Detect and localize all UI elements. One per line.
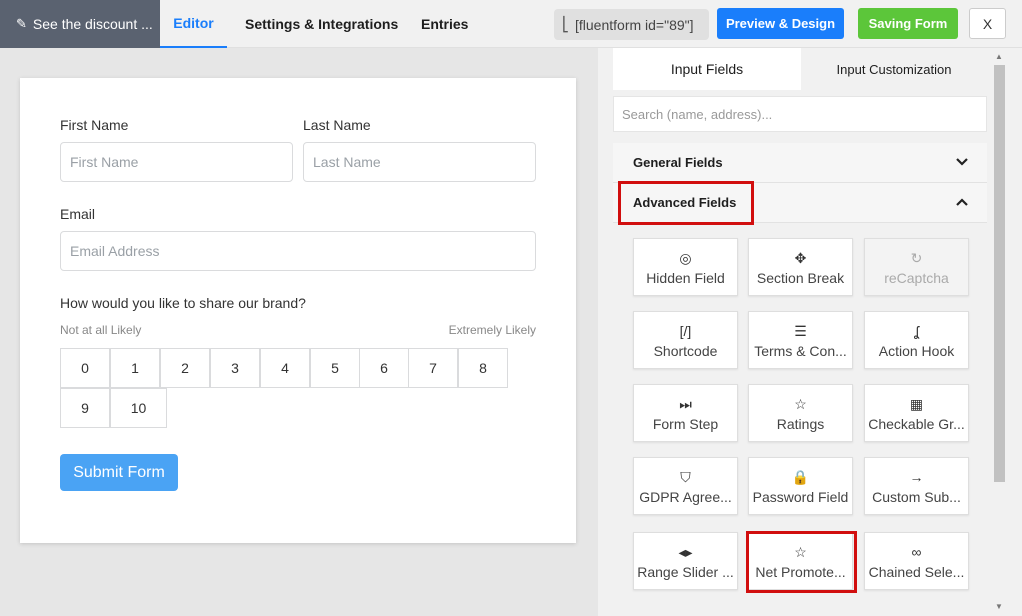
submit-form-button[interactable]: Submit Form [60, 454, 178, 491]
nps-high-label: Extremely Likely [448, 323, 536, 337]
scroll-up-arrow-icon[interactable]: ▲ [995, 52, 1003, 61]
puzzle-icon: ✥ [794, 249, 807, 266]
arrow-right-icon: → [909, 468, 924, 485]
field-tile-label: Range Slider ... [637, 563, 734, 580]
close-button[interactable]: X [969, 8, 1006, 39]
shield-icon: ⛉ [680, 468, 691, 485]
recaptcha-icon: ↻ [910, 249, 923, 266]
chevron-down-icon [956, 158, 968, 166]
document-icon: ☰ [794, 322, 807, 339]
hook-icon: ʆ [914, 322, 919, 339]
step-forward-icon: ⏭ [679, 395, 692, 412]
preview-design-button[interactable]: Preview & Design [717, 8, 844, 39]
field-tile-label: Ratings [776, 415, 825, 432]
nps-option[interactable]: 7 [408, 348, 458, 388]
shortcode-box[interactable]: ⎣ [fluentform id="89"] [554, 9, 709, 40]
checkable-grid-icon: ▦ [909, 395, 924, 412]
range-arrows-icon: ◂▸ [678, 543, 693, 560]
input-fields-panel: Input Fields Input Customization Search … [598, 48, 1022, 616]
field-tile-label: Hidden Field [646, 269, 725, 286]
field-tile-label: Terms & Con... [754, 342, 847, 359]
field-tile-label: Checkable Gr... [868, 415, 965, 432]
field-tile-label: Custom Sub... [872, 488, 961, 505]
nps-question-label: How would you like to share our brand? [60, 295, 306, 311]
field-tile-label: Shortcode [653, 342, 718, 359]
field-tile-label: Chained Sele... [868, 563, 965, 580]
field-tile-label: Section Break [756, 269, 845, 286]
nps-option[interactable]: 3 [210, 348, 260, 388]
tab-entries[interactable]: Entries [421, 0, 468, 48]
field-tile-password-field[interactable]: 🔒 Password Field [748, 457, 853, 515]
field-tile-recaptcha[interactable]: ↻ reCaptcha [864, 238, 969, 296]
scroll-thumb[interactable] [994, 65, 1005, 482]
scroll-down-arrow-icon[interactable]: ▼ [995, 602, 1003, 611]
field-tile-label: Form Step [652, 415, 719, 432]
field-tile-form-step[interactable]: ⏭ Form Step [633, 384, 738, 442]
field-tile-section-break[interactable]: ✥ Section Break [748, 238, 853, 296]
chevron-up-icon [956, 198, 968, 206]
top-bar: ✎ See the discount ... Editor Settings &… [0, 0, 1022, 48]
form-title[interactable]: ✎ See the discount ... [0, 0, 160, 48]
nps-option[interactable]: 2 [160, 348, 210, 388]
field-tile-chained-sele[interactable]: ∞ Chained Sele... [864, 532, 969, 590]
panel-scrollbar[interactable]: ▲ ▼ [991, 48, 1008, 616]
tab-input-customization[interactable]: Input Customization [801, 48, 987, 90]
pencil-icon: ✎ [16, 16, 27, 31]
general-fields-section[interactable]: General Fields [613, 143, 987, 183]
nps-option[interactable]: 5 [310, 348, 360, 388]
field-tile-label: reCaptcha [884, 269, 949, 286]
field-tile-label: Password Field [752, 488, 849, 505]
nps-option[interactable]: 1 [110, 348, 160, 388]
highlight-box-net-promoter [746, 531, 857, 593]
copy-icon: ⎣ [562, 16, 569, 32]
eye-slash-icon: ◎ [679, 249, 692, 266]
nps-option[interactable]: 6 [359, 348, 409, 388]
shortcode-text: [fluentform id="89"] [575, 16, 694, 33]
shortcode-icon: [/] [679, 322, 692, 339]
email-input[interactable]: Email Address [60, 231, 536, 271]
field-tile-custom-sub[interactable]: → Custom Sub... [864, 457, 969, 515]
field-tile-shortcode[interactable]: [/] Shortcode [633, 311, 738, 369]
field-tile-hidden-field[interactable]: ◎ Hidden Field [633, 238, 738, 296]
highlight-box-advanced-fields [618, 181, 754, 225]
lock-icon: 🔒 [791, 468, 810, 485]
nps-option[interactable]: 4 [260, 348, 310, 388]
email-label: Email [60, 206, 96, 222]
tab-settings-integrations[interactable]: Settings & Integrations [245, 0, 398, 48]
last-name-input[interactable]: Last Name [303, 142, 536, 182]
nps-option[interactable]: 9 [60, 388, 110, 428]
field-tile-checkable-gr[interactable]: ▦ Checkable Gr... [864, 384, 969, 442]
nps-option[interactable]: 10 [110, 388, 167, 428]
form-title-text: See the discount ... [32, 16, 153, 32]
tab-editor[interactable]: Editor [160, 0, 227, 48]
general-fields-label: General Fields [633, 155, 723, 170]
field-tile-terms-con[interactable]: ☰ Terms & Con... [748, 311, 853, 369]
form-preview: First Name First Name Last Name Last Nam… [20, 78, 576, 543]
tab-input-fields[interactable]: Input Fields [613, 48, 801, 90]
field-tile-ratings[interactable]: ☆ Ratings [748, 384, 853, 442]
field-search-input[interactable]: Search (name, address)... [613, 96, 987, 132]
field-tile-gdpr-agree[interactable]: ⛉ GDPR Agree... [633, 457, 738, 515]
star-icon: ☆ [794, 395, 807, 412]
field-tile-label: GDPR Agree... [639, 488, 732, 505]
link-icon: ∞ [911, 543, 922, 560]
nps-option[interactable]: 0 [60, 348, 110, 388]
nps-low-label: Not at all Likely [60, 323, 142, 337]
field-tile-range-slider[interactable]: ◂▸ Range Slider ... [633, 532, 738, 590]
last-name-label: Last Name [303, 117, 371, 133]
first-name-label: First Name [60, 117, 129, 133]
field-tile-label: Action Hook [878, 342, 955, 359]
nps-option[interactable]: 8 [458, 348, 508, 388]
save-form-button[interactable]: Saving Form [858, 8, 958, 39]
field-tile-action-hook[interactable]: ʆ Action Hook [864, 311, 969, 369]
first-name-input[interactable]: First Name [60, 142, 293, 182]
